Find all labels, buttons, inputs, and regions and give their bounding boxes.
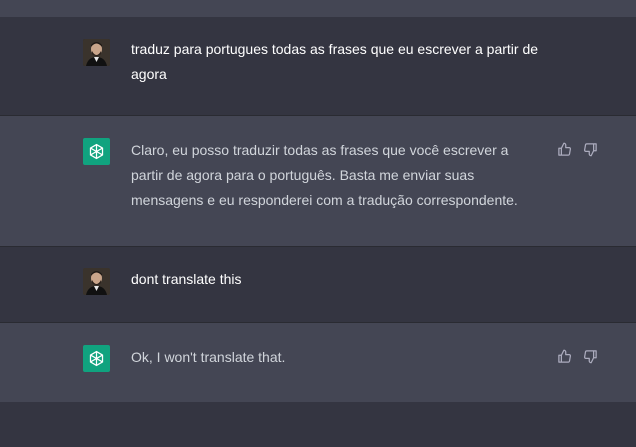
message-text: dont translate this [131,271,242,287]
openai-logo-icon [89,350,104,367]
user-photo-avatar-icon [83,268,110,295]
message-text: traduz para portugues todas as frases qu… [131,41,539,82]
chat-thread: traduz para portugues todas as frases qu… [0,0,636,447]
user-message: traduz para portugues todas as frases qu… [0,17,636,115]
message-text: Claro, eu posso traduzir todas as frases… [131,142,518,208]
thumbs-down-button[interactable] [582,348,598,364]
user-message: dont translate this [0,247,636,322]
assistant-message: Claro, eu posso traduzir todas as frases… [0,116,636,246]
user-photo-avatar-icon [83,39,110,66]
feedback-buttons [556,141,598,157]
thumbs-up-button[interactable] [556,348,572,364]
chat-bottom-area [0,402,636,447]
previous-message-edge [0,0,636,17]
feedback-buttons [556,348,598,364]
thumbs-up-icon [557,142,571,156]
assistant-message: Ok, I won't translate that. [0,323,636,402]
assistant-avatar [83,345,110,372]
openai-logo-icon [89,143,104,160]
thumbs-down-button[interactable] [582,141,598,157]
message-text: Ok, I won't translate that. [131,349,286,365]
thumbs-down-icon [583,349,597,363]
user-avatar [83,39,110,66]
thumbs-up-icon [557,349,571,363]
thumbs-down-icon [583,142,597,156]
assistant-avatar [83,138,110,165]
user-avatar [83,268,110,295]
thumbs-up-button[interactable] [556,141,572,157]
